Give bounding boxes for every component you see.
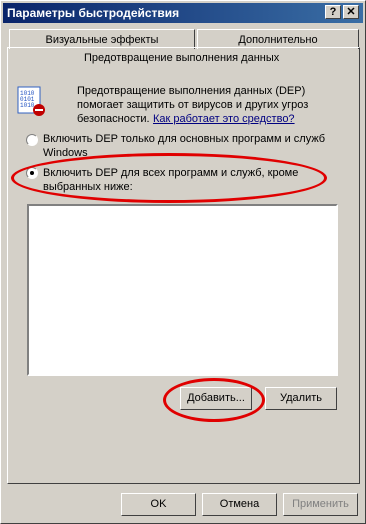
- radio-selected-dot: [30, 171, 34, 175]
- cancel-button[interactable]: Отмена: [202, 493, 277, 516]
- help-link[interactable]: Как работает это средство?: [153, 113, 295, 125]
- description-line-2: помогает защитить от вирусов и других уг…: [77, 99, 309, 111]
- option2-line-2[interactable]: выбранных ниже:: [43, 181, 133, 193]
- title-bar: Параметры быстродействия ? ✕: [3, 3, 363, 23]
- radio-dep-all[interactable]: [26, 167, 38, 179]
- panel-title: Предотвращение выполнения данных: [84, 52, 280, 64]
- tab-advanced[interactable]: Дополнительно: [197, 29, 359, 49]
- description-line-3: безопасности.: [77, 113, 150, 125]
- radio-dep-essential[interactable]: [26, 134, 38, 146]
- svg-text:1010: 1010: [20, 102, 35, 109]
- description-line-1: Предотвращение выполнения данных (DEP): [77, 85, 306, 97]
- window-title: Параметры быстродействия: [7, 6, 180, 20]
- performance-options-window: Параметры быстродействия ? ✕ Визуальные …: [0, 0, 366, 524]
- help-button[interactable]: ?: [325, 5, 341, 19]
- option1-line-2[interactable]: Windows: [43, 147, 88, 159]
- option1-line-1[interactable]: Включить DEP только для основных програм…: [43, 133, 325, 145]
- apply-button[interactable]: Применить: [283, 493, 358, 516]
- tab-visual-effects[interactable]: Визуальные эффекты: [9, 29, 195, 49]
- add-button[interactable]: Добавить...: [180, 387, 252, 410]
- exclusions-listbox[interactable]: [27, 204, 338, 376]
- ok-button[interactable]: OK: [121, 493, 196, 516]
- close-button[interactable]: ✕: [343, 5, 359, 19]
- option2-line-1[interactable]: Включить DEP для всех программ и служб, …: [43, 167, 298, 179]
- dep-binary-shield-icon: 1010 0101 1010: [17, 86, 45, 116]
- tab-visual-effects-label: Визуальные эффекты: [45, 34, 159, 46]
- tab-advanced-label: Дополнительно: [238, 34, 318, 46]
- remove-button[interactable]: Удалить: [265, 387, 337, 410]
